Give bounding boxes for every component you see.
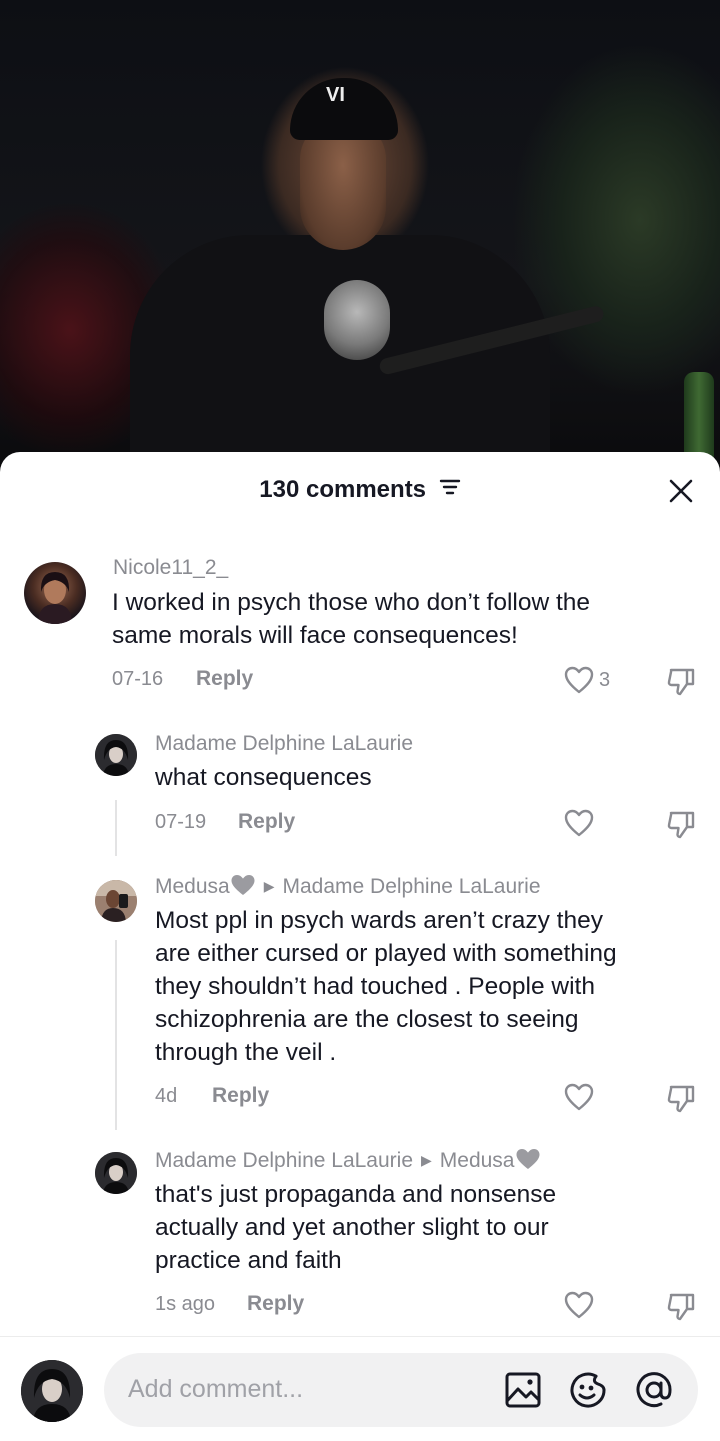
reply-button[interactable]: Reply	[247, 1292, 304, 1316]
comment-text: what consequences	[155, 761, 372, 794]
at-icon[interactable]	[634, 1370, 674, 1410]
reply-button[interactable]: Reply	[238, 810, 295, 834]
comment-text-line: actually and yet another slight to our	[155, 1214, 549, 1241]
cap-logo: VI	[326, 84, 345, 106]
username-text: Medusa	[155, 875, 230, 898]
comment-text-line: they shouldn’t had touched . People with	[155, 973, 595, 1000]
comment-input-placeholder: Add comment...	[128, 1375, 304, 1403]
comment-text-line: are either cursed or played with somethi…	[155, 940, 617, 967]
comment-text-line: schizophrenia are the closest to seeing	[155, 1006, 579, 1033]
comment-date: 07-16	[112, 668, 164, 690]
comment-text: I worked in psych those who don’t follow…	[112, 586, 590, 652]
reply-arrow-icon: ▶	[263, 878, 275, 894]
comments-header: 130 comments	[0, 452, 720, 528]
reply-item: Madame Delphine LaLaurie ▶ Medusa that's j…	[0, 1148, 720, 1328]
comments-sheet: 130 comments Nicole11_2_ I worked in psy…	[0, 452, 720, 1440]
current-user-avatar[interactable]	[21, 1360, 83, 1422]
image-icon[interactable]	[503, 1370, 543, 1410]
comments-count-label: 130 comments	[259, 476, 427, 503]
reply-item: Madame Delphine LaLaurie what consequenc…	[0, 732, 720, 862]
thumbs-down-icon[interactable]	[665, 1290, 697, 1322]
thread-line	[115, 800, 117, 856]
comment-username[interactable]: Madame Delphine LaLaurie	[155, 732, 413, 756]
comment-text-line: same morals will face consequences!	[112, 622, 518, 649]
comment-date: 1s ago	[155, 1293, 216, 1315]
comment-username[interactable]: Nicole11_2_	[113, 556, 228, 580]
comment-date: 07-19	[155, 811, 207, 833]
comment-text-line: I worked in psych those who don’t follow…	[112, 589, 591, 616]
comment-item: Nicole11_2_ I worked in psych those who …	[0, 552, 720, 696]
avatar[interactable]	[95, 880, 137, 922]
emoji-icon[interactable]	[568, 1370, 608, 1410]
video-player[interactable]: VI	[0, 0, 720, 470]
reply-button[interactable]: Reply	[212, 1084, 269, 1108]
reply-arrow-icon: ▶	[421, 1152, 432, 1168]
comment-input[interactable]: Add comment...	[104, 1353, 698, 1427]
reply-button[interactable]: Reply	[196, 667, 253, 691]
heart-icon[interactable]	[563, 808, 595, 838]
heart-icon[interactable]	[563, 1290, 595, 1320]
grey-heart-icon	[230, 874, 256, 902]
comment-text-line: Most ppl in psych wards aren’t crazy the…	[155, 907, 603, 934]
grey-heart-icon	[515, 1148, 541, 1176]
avatar[interactable]	[24, 562, 86, 624]
avatar[interactable]	[95, 734, 137, 776]
comment-date: 4d	[155, 1085, 178, 1107]
like-count: 3	[599, 669, 611, 691]
comment-text-line: through the veil .	[155, 1039, 337, 1066]
comment-username[interactable]: Medusa ▶ Madame Delphine LaLaurie	[155, 874, 541, 902]
thumbs-down-icon[interactable]	[665, 1082, 697, 1114]
comment-text: that's just propaganda and nonsense actu…	[155, 1178, 556, 1277]
heart-icon[interactable]	[563, 1082, 595, 1112]
heart-icon[interactable]	[563, 665, 595, 695]
comment-text-line: what consequences	[155, 764, 372, 791]
comments-title[interactable]: 130 comments	[0, 476, 720, 504]
username-text: Madame Delphine LaLaurie	[155, 1149, 413, 1172]
comment-text-line: that's just propaganda and nonsense	[155, 1181, 557, 1208]
comment-text-line: practice and faith	[155, 1247, 342, 1274]
comment-text: Most ppl in psych wards aren’t crazy the…	[155, 904, 617, 1069]
reply-item: Medusa ▶ Madame Delphine LaLaurie Most ppl…	[0, 874, 720, 1114]
thumbs-down-icon[interactable]	[665, 665, 697, 697]
comment-composer: Add comment...	[0, 1336, 720, 1441]
reply-to-username[interactable]: Medusa	[440, 1149, 515, 1172]
reply-to-username[interactable]: Madame Delphine LaLaurie	[283, 875, 541, 898]
comment-username[interactable]: Madame Delphine LaLaurie ▶ Medusa	[155, 1148, 541, 1176]
close-icon[interactable]	[664, 474, 698, 508]
avatar[interactable]	[95, 1152, 137, 1194]
thread-line	[115, 940, 117, 1130]
filter-icon[interactable]	[439, 475, 461, 503]
thumbs-down-icon[interactable]	[665, 808, 697, 840]
video-microphone	[324, 280, 390, 360]
